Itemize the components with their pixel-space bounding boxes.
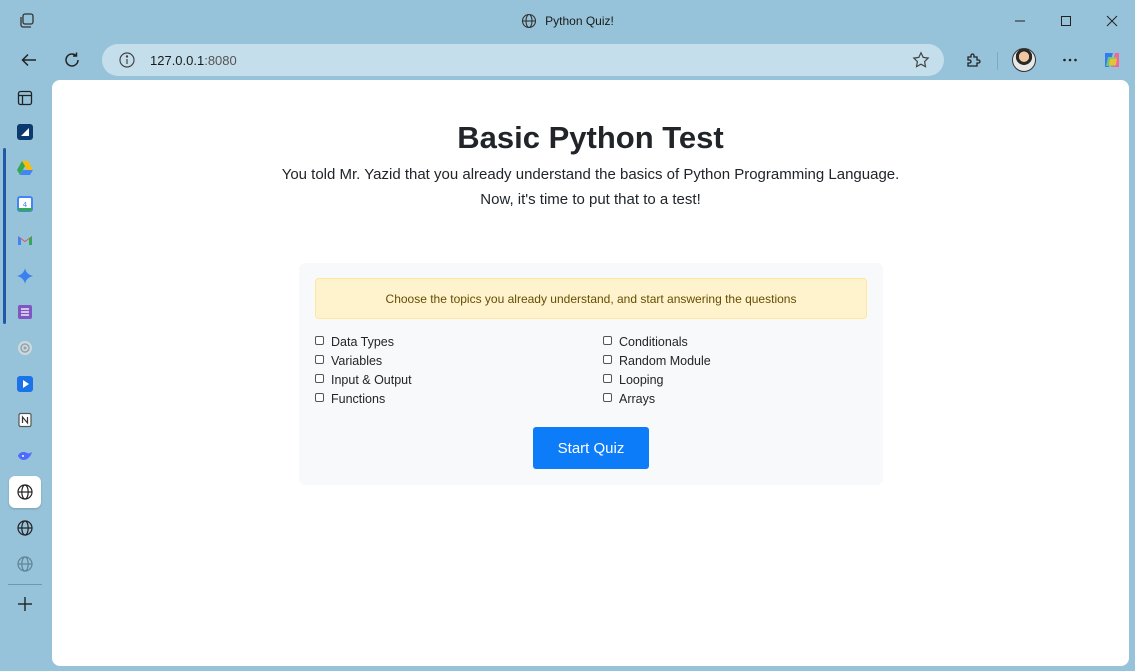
sidebar-item-app[interactable] [9, 116, 41, 148]
topic-checkbox-data-types[interactable]: Data Types [315, 334, 394, 350]
checkbox[interactable] [603, 354, 612, 364]
circle-app-icon [18, 341, 32, 355]
topic-label: Input & Output [331, 373, 412, 387]
topic-label: Conditionals [619, 335, 688, 349]
copilot-icon [1105, 53, 1119, 67]
topic-checkbox-conditionals[interactable]: Conditionals [603, 334, 688, 350]
app-icon [17, 124, 33, 140]
address-bar[interactable]: 127.0.0.1:8080 [102, 44, 944, 76]
sidebar-item-play-app[interactable] [9, 368, 41, 400]
close-icon [1106, 15, 1118, 27]
topic-label: Data Types [331, 335, 395, 349]
page-title: Basic Python Test [457, 120, 724, 155]
sidebar-item-forms[interactable] [9, 296, 41, 328]
info-icon[interactable] [118, 51, 136, 69]
svg-text:4: 4 [23, 201, 28, 209]
more-dots-icon [1063, 58, 1077, 62]
play-app-icon [17, 376, 33, 392]
globe-icon [17, 556, 33, 572]
window-title-text: Python Quiz! [545, 14, 614, 28]
google-drive-icon [17, 161, 33, 175]
sparkle-icon [17, 268, 33, 284]
topic-checkbox-arrays[interactable]: Arrays [603, 391, 655, 407]
sidebar-divider [8, 584, 42, 585]
minimize-button[interactable] [997, 0, 1043, 42]
checkbox[interactable] [315, 373, 324, 383]
intro-text-line-1: You told Mr. Yazid that you already unde… [281, 166, 900, 183]
checkbox[interactable] [315, 392, 324, 402]
workspaces-icon[interactable] [18, 12, 36, 30]
notion-icon [18, 412, 32, 428]
window-title: Python Quiz! [521, 13, 614, 29]
url-text[interactable]: 127.0.0.1:8080 [150, 53, 237, 68]
globe-icon [522, 13, 537, 29]
deepseek-icon [18, 452, 32, 460]
topic-checkbox-functions[interactable]: Functions [315, 391, 385, 407]
sidebar-item-gemini[interactable] [9, 260, 41, 292]
checkbox[interactable] [315, 335, 324, 345]
calendar-icon: 4 [17, 196, 33, 212]
sidebar-item-circle-app[interactable] [9, 332, 41, 364]
more-menu-button[interactable] [1055, 46, 1085, 74]
topics-card: Choose the topics you already understand… [299, 263, 883, 485]
gmail-icon [18, 236, 32, 245]
url-port: :8080 [204, 52, 237, 68]
sidebar-item-calendar[interactable]: 4 [9, 188, 41, 220]
sidebar-add-button[interactable] [9, 588, 41, 620]
refresh-icon [65, 52, 79, 67]
globe-icon [17, 520, 33, 536]
start-quiz-button[interactable]: Start Quiz [533, 427, 649, 469]
checkbox[interactable] [603, 373, 612, 383]
extensions-puzzle-icon [967, 53, 981, 67]
intro-text-line-2: Now, it's time to put that to a test! [480, 191, 701, 208]
sidebar-item-deepseek[interactable] [9, 440, 41, 472]
back-arrow-icon [21, 53, 36, 67]
topic-label: Arrays [619, 392, 656, 406]
sidebar-toggle-icon [17, 90, 33, 106]
sidebar-item-drive[interactable] [9, 152, 41, 184]
vertical-sidebar: 4 [0, 80, 50, 671]
sidebar-toggle-button[interactable] [9, 82, 41, 114]
web-page: Basic Python Test You told Mr. Yazid tha… [52, 80, 1129, 666]
topic-label: Looping [619, 373, 664, 387]
url-host: 127.0.0.1 [150, 52, 205, 68]
toolbar-divider [997, 52, 998, 70]
add-icon [18, 597, 32, 611]
profile-button[interactable] [1009, 46, 1039, 74]
sidebar-item-gmail[interactable] [9, 224, 41, 256]
back-button[interactable] [14, 46, 44, 74]
topic-checkbox-looping[interactable]: Looping [603, 372, 664, 388]
sidebar-item-active-tab[interactable] [9, 476, 41, 508]
window-titlebar: Python Quiz! [0, 0, 1135, 42]
maximize-icon [1061, 16, 1071, 26]
topic-checkbox-input-output[interactable]: Input & Output [315, 372, 412, 388]
instruction-alert: Choose the topics you already understand… [315, 278, 867, 319]
sidebar-item-notion[interactable] [9, 404, 41, 436]
globe-icon [17, 484, 33, 500]
close-button[interactable] [1089, 0, 1135, 42]
avatar [1012, 48, 1036, 72]
browser-toolbar: 127.0.0.1:8080 [0, 42, 1135, 78]
topic-checkbox-variables[interactable]: Variables [315, 353, 382, 369]
favorite-star-icon[interactable] [912, 51, 930, 69]
topic-checkbox-random-module[interactable]: Random Module [603, 353, 711, 369]
minimize-icon [1015, 20, 1025, 22]
checkbox[interactable] [603, 392, 612, 402]
forms-icon [18, 305, 32, 319]
topic-label: Functions [331, 392, 386, 406]
checkbox[interactable] [603, 335, 612, 345]
extensions-button[interactable] [958, 46, 988, 74]
refresh-button[interactable] [57, 46, 87, 74]
topic-label: Variables [331, 354, 383, 368]
sidebar-item-tab-2[interactable] [9, 512, 41, 544]
checkbox[interactable] [315, 354, 324, 364]
copilot-button[interactable] [1097, 46, 1127, 74]
sidebar-group-indicator [3, 148, 6, 324]
maximize-button[interactable] [1043, 0, 1089, 42]
topic-label: Random Module [619, 354, 711, 368]
sidebar-item-tab-3[interactable] [9, 548, 41, 580]
